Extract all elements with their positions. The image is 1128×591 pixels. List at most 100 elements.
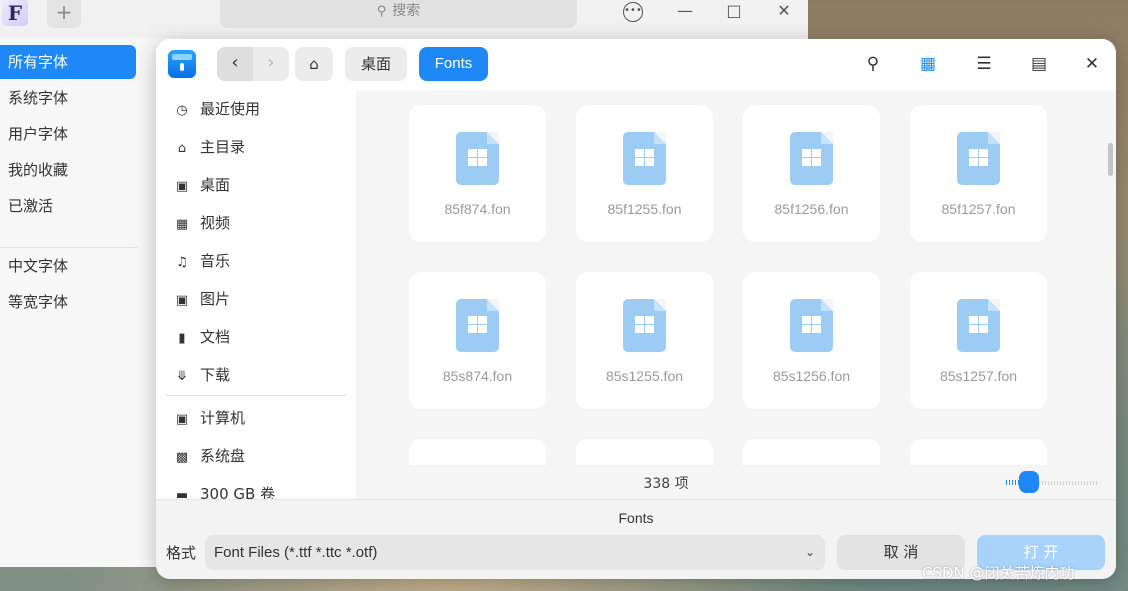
sidebar-item-system-fonts[interactable]: 系统字体 bbox=[0, 81, 136, 115]
sidebar-item-chinese-fonts[interactable]: 中文字体 bbox=[0, 249, 136, 283]
file-item[interactable]: 85f1257.fon bbox=[910, 105, 1047, 242]
sidebar-item-music[interactable]: ♫ 音乐 bbox=[174, 246, 349, 276]
sidebar-item-computer[interactable]: ▣ 计算机 bbox=[174, 403, 349, 433]
file-icon bbox=[623, 299, 666, 352]
sidebar-item-monospace-fonts[interactable]: 等宽字体 bbox=[0, 285, 136, 319]
windows-logo-icon bbox=[468, 316, 488, 334]
search-icon[interactable]: ⚲ bbox=[861, 52, 885, 76]
file-manager-app-icon bbox=[168, 50, 196, 78]
dialog-sidebar: ◷ 最近使用 ⌂ 主目录 ▣ 桌面 ▦ 视频 ♫ 音乐 ▣ 图片 ▮ 文档 ⤋ 下载 ▣ 计算机 … bbox=[156, 91, 356, 537]
home-icon[interactable]: ⌂ bbox=[295, 47, 333, 81]
sidebar-item-label: 主目录 bbox=[200, 138, 246, 156]
close-icon[interactable]: ✕ bbox=[770, 0, 798, 24]
file-icon bbox=[623, 132, 666, 185]
vertical-scrollbar[interactable] bbox=[1108, 143, 1113, 176]
sidebar-item-favorites[interactable]: 我的收藏 bbox=[0, 153, 136, 187]
windows-logo-icon bbox=[468, 149, 488, 167]
file-icon bbox=[957, 299, 1000, 352]
dialog-toolbar: ‹ › ⌂ 桌面 Fonts ⚲ ▦ ☰ ▤ ✕ bbox=[156, 39, 1116, 91]
current-folder-name: Fonts bbox=[618, 510, 654, 526]
chevron-down-icon: ⌄ bbox=[804, 545, 815, 559]
sidebar-item-label: 计算机 bbox=[200, 409, 246, 427]
sidebar-item-user-fonts[interactable]: 用户字体 bbox=[0, 117, 136, 151]
sidebar-item-pictures[interactable]: ▣ 图片 bbox=[174, 284, 349, 314]
maximize-icon[interactable]: □ bbox=[720, 0, 748, 24]
sidebar-item-label: 音乐 bbox=[200, 252, 231, 270]
home-icon: ⌂ bbox=[177, 141, 187, 156]
file-item[interactable]: 85s1255.fon bbox=[576, 272, 713, 409]
file-name: 85s1256.fon bbox=[772, 368, 851, 384]
file-icon bbox=[790, 132, 833, 185]
font-manager-sidebar: 所有字体 系统字体 用户字体 我的收藏 已激活 中文字体 等宽字体 bbox=[0, 38, 138, 567]
item-count: 338 项 bbox=[643, 476, 689, 492]
detail-view-icon[interactable]: ▤ bbox=[1027, 52, 1051, 76]
sidebar-item-label: 图片 bbox=[200, 290, 231, 308]
sidebar-item-activated[interactable]: 已激活 bbox=[0, 189, 136, 223]
sidebar-item-all-fonts[interactable]: 所有字体 bbox=[0, 45, 136, 79]
windows-logo-icon bbox=[802, 316, 822, 334]
file-grid: 85f874.fon 85f1255.fon 85f1256.fon 85f12… bbox=[356, 91, 1116, 505]
minimize-icon[interactable]: — bbox=[671, 0, 699, 24]
file-name: 85f1256.fon bbox=[774, 201, 849, 217]
file-name: 85s874.fon bbox=[442, 368, 513, 384]
disk-icon: ▩ bbox=[175, 450, 189, 465]
search-placeholder: 搜索 bbox=[392, 3, 421, 19]
file-icon bbox=[456, 299, 499, 352]
file-item[interactable]: 85f1256.fon bbox=[743, 105, 880, 242]
file-name: 85s1255.fon bbox=[605, 368, 684, 384]
music-icon: ♫ bbox=[176, 255, 188, 270]
sidebar-divider bbox=[0, 247, 138, 248]
sidebar-item-label: 桌面 bbox=[200, 176, 231, 194]
file-type-value: Font Files (*.ttf *.ttc *.otf) bbox=[214, 544, 378, 561]
sidebar-item-label: 最近使用 bbox=[200, 100, 261, 118]
sidebar-item-system-disk[interactable]: ▩ 系统盘 bbox=[174, 441, 349, 471]
search-input[interactable]: ⚲ 搜索 bbox=[220, 0, 577, 28]
file-item[interactable]: 85f1255.fon bbox=[576, 105, 713, 242]
file-item[interactable]: 85s1257.fon bbox=[910, 272, 1047, 409]
list-view-icon[interactable]: ☰ bbox=[972, 52, 996, 76]
menu-icon[interactable]: ••• bbox=[623, 2, 643, 22]
sidebar-item-label: 系统盘 bbox=[200, 447, 246, 465]
add-font-button[interactable]: + bbox=[47, 0, 81, 28]
sidebar-item-videos[interactable]: ▦ 视频 bbox=[174, 208, 349, 238]
windows-logo-icon bbox=[969, 149, 989, 167]
sidebar-item-home[interactable]: ⌂ 主目录 bbox=[174, 132, 349, 162]
file-name: 85f1257.fon bbox=[941, 201, 1016, 217]
file-icon bbox=[957, 132, 1000, 185]
file-type-select[interactable]: Font Files (*.ttf *.ttc *.otf) ⌄ bbox=[205, 535, 825, 570]
video-icon: ▦ bbox=[175, 217, 189, 232]
download-icon: ⤋ bbox=[176, 369, 188, 384]
file-name: 85f1255.fon bbox=[607, 201, 682, 217]
windows-logo-icon bbox=[802, 149, 822, 167]
windows-logo-icon bbox=[635, 316, 655, 334]
windows-logo-icon bbox=[635, 149, 655, 167]
sidebar-item-label: 文档 bbox=[200, 328, 231, 346]
sidebar-item-documents[interactable]: ▮ 文档 bbox=[174, 322, 349, 352]
close-icon[interactable]: ✕ bbox=[1080, 52, 1104, 76]
sidebar-item-downloads[interactable]: ⤋ 下载 bbox=[174, 360, 349, 390]
windows-logo-icon bbox=[969, 316, 989, 334]
desktop-icon: ▣ bbox=[175, 179, 189, 194]
breadcrumb-desktop[interactable]: 桌面 bbox=[345, 47, 407, 81]
file-item[interactable]: 85f874.fon bbox=[409, 105, 546, 242]
sidebar-item-desktop[interactable]: ▣ 桌面 bbox=[174, 170, 349, 200]
back-icon[interactable]: ‹ bbox=[217, 47, 253, 81]
sidebar-item-recent[interactable]: ◷ 最近使用 bbox=[174, 94, 349, 124]
font-manager-logo: F bbox=[2, 0, 28, 26]
filter-label: 格式 bbox=[166, 544, 197, 562]
icon-view-icon[interactable]: ▦ bbox=[916, 52, 940, 76]
file-item[interactable]: 85s874.fon bbox=[409, 272, 546, 409]
computer-icon: ▣ bbox=[175, 412, 189, 427]
file-icon bbox=[790, 299, 833, 352]
status-bar: 338 项 bbox=[356, 465, 1116, 499]
breadcrumb-fonts[interactable]: Fonts bbox=[419, 47, 488, 81]
font-manager-titlebar: F + ⚲ 搜索 ••• — □ ✕ bbox=[0, 0, 808, 38]
file-name: 85f874.fon bbox=[444, 201, 511, 217]
file-item[interactable]: 85s1256.fon bbox=[743, 272, 880, 409]
file-open-dialog: ‹ › ⌂ 桌面 Fonts ⚲ ▦ ☰ ▤ ✕ ◷ 最近使用 ⌂ 主目录 ▣ 桌面 … bbox=[156, 39, 1116, 579]
sidebar-divider bbox=[166, 395, 346, 396]
sidebar-item-label: 下载 bbox=[200, 366, 231, 384]
zoom-slider-handle[interactable] bbox=[1019, 471, 1039, 493]
forward-icon[interactable]: › bbox=[253, 47, 289, 81]
file-name: 85s1257.fon bbox=[939, 368, 1018, 384]
